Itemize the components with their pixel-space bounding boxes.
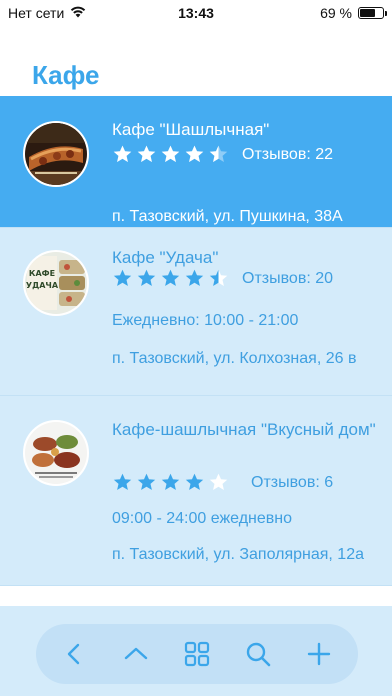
- star-rating: [112, 144, 229, 165]
- thumb-text-line2: УДАЧА: [26, 281, 59, 290]
- reviews-count: Отзывов: 20: [242, 269, 334, 287]
- cafe-address: п. Тазовский, ул. Колхозная, 26 в: [112, 350, 357, 367]
- star-icon: [113, 145, 132, 163]
- reviews-count: Отзывов: 6: [251, 473, 334, 491]
- star-icon: [185, 145, 204, 163]
- status-bar: Нет сети 13:43 69 %: [0, 0, 392, 26]
- grid-button[interactable]: [177, 634, 217, 674]
- vkusny-dom-photo: [25, 422, 87, 484]
- chevron-up-icon: [124, 647, 147, 660]
- shashlik-photo: [25, 123, 87, 185]
- cafe-thumbnail: [23, 121, 89, 187]
- bottom-toolbar: [36, 624, 358, 684]
- star-icon: [161, 269, 180, 287]
- star-icon: [185, 269, 204, 287]
- search-button[interactable]: [238, 634, 278, 674]
- rating-row: Отзывов: 20: [112, 268, 333, 289]
- star-icon: [161, 473, 180, 491]
- cafe-name: Кафе "Шашлычная": [112, 120, 270, 139]
- rating-row: Отзывов: 22: [112, 144, 333, 165]
- battery-percent: 69 %: [320, 5, 352, 21]
- cafe-list-item[interactable]: Кафе-шашлычная "Вкусный дом" Отзывов: 6 …: [0, 396, 392, 586]
- status-right: 69 %: [320, 5, 387, 21]
- reviews-count: Отзывов: 22: [242, 145, 334, 163]
- cafe-address: п. Тазовский, ул. Заполярная, 12а: [112, 546, 364, 563]
- star-icon: [113, 473, 132, 491]
- cafe-hours: 09:00 - 24:00 ежедневно: [112, 510, 293, 527]
- back-button[interactable]: [55, 634, 95, 674]
- star-icon: [113, 269, 132, 287]
- cafe-hours: Ежедневно: 10:00 - 21:00: [112, 312, 299, 329]
- star-icon: [137, 269, 156, 287]
- star-icon: [209, 145, 228, 163]
- udacha-photo: КАФЕ УДАЧА: [25, 252, 87, 314]
- add-button[interactable]: [299, 634, 339, 674]
- carrier-label: Нет сети: [8, 5, 65, 21]
- cafe-thumbnail: КАФЕ УДАЧА: [23, 250, 89, 316]
- star-icon: [161, 145, 180, 163]
- plus-icon: [308, 642, 331, 666]
- screen: Нет сети 13:43 69 % Кафе Кафе "Шашлычная…: [0, 0, 392, 696]
- cafe-list-item[interactable]: КАФЕ УДАЧА Кафе "Удача" Отзывов: 20 Ежед…: [0, 228, 392, 396]
- star-icon: [185, 473, 204, 491]
- star-icon: [137, 145, 156, 163]
- star-icon: [209, 473, 228, 491]
- thumb-text-line1: КАФЕ: [29, 269, 55, 278]
- cafe-list-item[interactable]: Кафе "Шашлычная" Отзывов: 22 п. Тазовски…: [0, 96, 392, 228]
- star-rating: [112, 268, 229, 289]
- battery-fill: [360, 9, 376, 17]
- battery-icon: [358, 7, 387, 19]
- back-icon: [67, 643, 79, 665]
- cafe-name: Кафе-шашлычная "Вкусный дом": [112, 420, 376, 439]
- search-icon: [246, 642, 271, 667]
- star-rating: [112, 472, 229, 493]
- cafe-thumbnail: [23, 420, 89, 486]
- star-icon: [209, 269, 228, 287]
- page-title: Кафе: [32, 60, 100, 90]
- grid-icon: [184, 641, 210, 667]
- cafe-address: п. Тазовский, ул. Пушкина, 38А: [112, 208, 343, 225]
- cafe-list: Кафе "Шашлычная" Отзывов: 22 п. Тазовски…: [0, 96, 392, 586]
- wifi-icon: [70, 5, 86, 21]
- cafe-name: Кафе "Удача": [112, 248, 219, 267]
- scroll-up-button[interactable]: [116, 634, 156, 674]
- star-icon: [137, 473, 156, 491]
- rating-row: Отзывов: 6: [112, 472, 333, 493]
- status-left: Нет сети: [8, 5, 86, 21]
